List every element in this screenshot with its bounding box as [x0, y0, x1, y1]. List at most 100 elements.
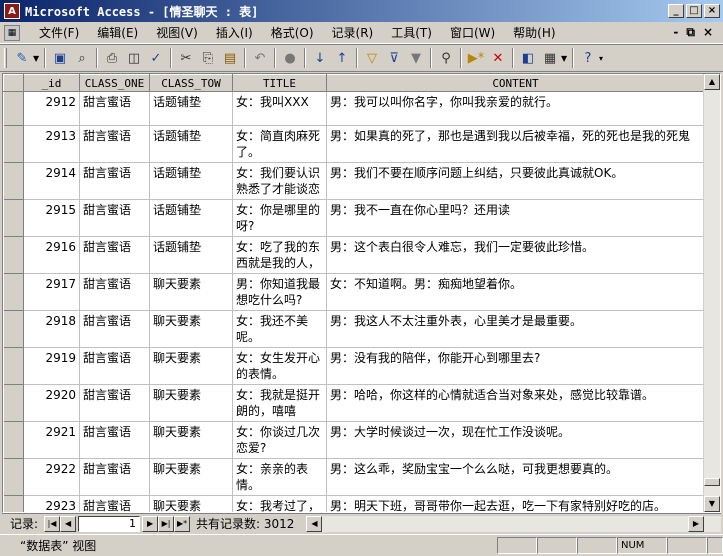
cell-content[interactable]: 男：哈哈，你这样的心情就适合当对象来处，感觉比较靠谱。 — [326, 384, 705, 422]
save-icon[interactable]: ▣ — [49, 47, 71, 69]
new-record-button[interactable]: ▶* — [174, 515, 191, 532]
new-object-dropdown-icon[interactable]: ▼ — [561, 54, 569, 63]
cell-title[interactable]: 女：我就是挺开朗的，嘻嘻 — [232, 384, 327, 422]
table-row[interactable]: 2920 甜言蜜语 聊天要素 女：我就是挺开朗的，嘻嘻 男：哈哈，你这样的心情就适合当对… — [3, 384, 705, 422]
cell-content[interactable]: 男：我这人不太注重外表，心里美才是最重要。 — [326, 310, 705, 348]
cell-class-tow[interactable]: 聊天要素 — [149, 273, 233, 311]
record-number-input[interactable]: 1 — [78, 515, 141, 532]
table-row[interactable]: 2923甜言蜜语聊天要素女：我考过了，有什么奖励呀?男：明天下班，哥哥带你一起去… — [3, 495, 705, 512]
next-record-button[interactable]: ▶ — [142, 515, 159, 532]
cell-id[interactable]: 2923 — [23, 495, 80, 512]
scroll-thumb[interactable] — [704, 478, 720, 486]
cell-class-tow[interactable]: 话题铺垫 — [149, 125, 233, 163]
cell-class-one[interactable]: 甜言蜜语 — [79, 458, 150, 496]
scroll-right-icon[interactable]: ▶ — [688, 515, 704, 532]
cell-title[interactable]: 女：我们要认识熟悉了才能谈恋 — [232, 162, 327, 200]
cell-title[interactable]: 女：亲亲的表情。 — [232, 458, 327, 496]
cell-class-one[interactable]: 甜言蜜语 — [79, 236, 150, 274]
cell-content[interactable]: 女：不知道啊。男：痴痴地望着你。 — [326, 273, 705, 311]
cell-title[interactable]: 女：你谈过几次恋爱? — [232, 421, 327, 459]
cell-title[interactable]: 女：我考过了，有什么奖励呀? — [232, 495, 327, 512]
cell-id[interactable]: 2912 — [23, 91, 80, 126]
cell-class-one[interactable]: 甜言蜜语 — [79, 310, 150, 348]
column-header-class-one[interactable]: CLASS_ONE — [79, 74, 150, 92]
cell-class-one[interactable]: 甜言蜜语 — [79, 273, 150, 311]
prev-record-button[interactable]: ◀ — [60, 515, 77, 532]
scroll-up-icon[interactable]: ▲ — [704, 74, 720, 90]
menu-help[interactable]: 帮助(H) — [504, 23, 564, 43]
cell-id[interactable]: 2918 — [23, 310, 80, 348]
filter-by-selection-icon[interactable]: ▽ — [361, 47, 383, 69]
cell-class-tow[interactable]: 聊天要素 — [149, 347, 233, 385]
spelling-icon[interactable]: ✓ — [145, 47, 167, 69]
table-row[interactable]: 2916 甜言蜜语 话题铺垫 女：吃了我的东西就是我的人， 男：这个表白很令人难忘，我们… — [3, 236, 705, 274]
cell-title[interactable]: 女：女生发开心的表情。 — [232, 347, 327, 385]
table-row[interactable]: 2914 甜言蜜语 话题铺垫 女：我们要认识熟悉了才能谈恋 男：我们不要在顺序问题上纠结… — [3, 162, 705, 200]
menu-file[interactable]: 文件(F) — [30, 23, 88, 43]
row-selector[interactable] — [3, 458, 24, 496]
cell-class-one[interactable]: 甜言蜜语 — [79, 347, 150, 385]
cell-id[interactable]: 2919 — [23, 347, 80, 385]
row-selector[interactable] — [3, 347, 24, 385]
select-all-header[interactable] — [3, 74, 24, 92]
table-row[interactable]: 2919 甜言蜜语 聊天要素 女：女生发开心的表情。 男：没有我的陪伴，你能开心到哪里去… — [3, 347, 705, 385]
sort-descending-icon[interactable]: ↑ — [331, 47, 353, 69]
help-icon[interactable]: ? — [577, 47, 599, 69]
column-header-class-tow[interactable]: CLASS_TOW — [149, 74, 233, 92]
cell-class-tow[interactable]: 话题铺垫 — [149, 91, 233, 126]
cell-content[interactable]: 男：如果真的死了，那也是遇到我以后被幸福，死的死也是我的死鬼 — [326, 125, 705, 163]
cell-class-one[interactable]: 甜言蜜语 — [79, 199, 150, 237]
cell-title[interactable]: 女：简直肉麻死了。 — [232, 125, 327, 163]
toolbar-grip[interactable] — [4, 48, 7, 68]
menu-records[interactable]: 记录(R) — [323, 23, 383, 43]
row-selector[interactable] — [3, 199, 24, 237]
row-selector[interactable] — [3, 125, 24, 163]
cell-content[interactable]: 男：我可以叫你名字，你叫我亲爱的就行。 — [326, 91, 705, 126]
cell-class-tow[interactable]: 聊天要素 — [149, 384, 233, 422]
mdi-restore-button[interactable]: ⧉ — [686, 25, 695, 40]
maximize-button[interactable]: □ — [686, 4, 702, 18]
cell-class-one[interactable]: 甜言蜜语 — [79, 125, 150, 163]
cell-content[interactable]: 男：没有我的陪伴，你能开心到哪里去? — [326, 347, 705, 385]
menu-insert[interactable]: 插入(I) — [207, 23, 262, 43]
cut-icon[interactable]: ✂ — [175, 47, 197, 69]
cell-title[interactable]: 女：我还不美呢。 — [232, 310, 327, 348]
menu-edit[interactable]: 编辑(E) — [88, 23, 147, 43]
paste-icon[interactable]: ▤ — [219, 47, 241, 69]
mdi-close-button[interactable]: × — [703, 25, 713, 40]
new-object-icon[interactable]: ▦ — [539, 47, 561, 69]
print-preview-icon[interactable]: ◫ — [123, 47, 145, 69]
row-selector[interactable] — [3, 310, 24, 348]
menu-view[interactable]: 视图(V) — [147, 23, 207, 43]
cell-content[interactable]: 男：大学时候谈过一次，现在忙工作没谈呢。 — [326, 421, 705, 459]
menu-window[interactable]: 窗口(W) — [441, 23, 504, 43]
find-icon[interactable]: ⚲ — [435, 47, 457, 69]
table-row[interactable]: 2915 甜言蜜语 话题铺垫 女：你是哪里的呀? 男：我不一直在你心里吗？还用读 — [3, 199, 705, 237]
first-record-button[interactable]: |◀ — [44, 515, 61, 532]
view-icon[interactable]: ✎ — [11, 47, 33, 69]
column-header-id[interactable]: _id — [23, 74, 80, 92]
cell-title[interactable]: 女：我叫XXX — [232, 91, 327, 126]
cell-class-one[interactable]: 甜言蜜语 — [79, 384, 150, 422]
cell-content[interactable]: 男：明天下班，哥哥带你一起去逛，吃一下有家特别好吃的店。 — [326, 495, 705, 512]
hyperlink-icon[interactable]: ● — [279, 47, 301, 69]
row-selector[interactable] — [3, 236, 24, 274]
cell-content[interactable]: 男：这个表白很令人难忘，我们一定要彼此珍惜。 — [326, 236, 705, 274]
cell-class-tow[interactable]: 聊天要素 — [149, 421, 233, 459]
cell-class-tow[interactable]: 聊天要素 — [149, 495, 233, 512]
cell-class-tow[interactable]: 话题铺垫 — [149, 162, 233, 200]
row-selector[interactable] — [3, 421, 24, 459]
table-row[interactable]: 2913 甜言蜜语 话题铺垫 女：简直肉麻死了。 男：如果真的死了，那也是遇到我以后被幸… — [3, 125, 705, 163]
cell-id[interactable]: 2917 — [23, 273, 80, 311]
scroll-left-icon[interactable]: ◀ — [306, 515, 323, 532]
table-row[interactable]: 2917 甜言蜜语 聊天要素 男：你知道我最想吃什么吗? 女：不知道啊。男：痴痴地望着你… — [3, 273, 705, 311]
filter-by-form-icon[interactable]: ⊽ — [383, 47, 405, 69]
cell-content[interactable]: 男：这么乖，奖励宝宝一个么么哒，可我更想要真的。 — [326, 458, 705, 496]
column-header-content[interactable]: CONTENT — [326, 74, 705, 92]
table-row[interactable]: 2912 甜言蜜语 话题铺垫 女：我叫XXX 男：我可以叫你名字，你叫我亲爱的就行。 — [3, 91, 705, 126]
row-selector[interactable] — [3, 495, 24, 512]
mdi-minimize-button[interactable]: - — [673, 25, 678, 40]
table-row[interactable]: 2918 甜言蜜语 聊天要素 女：我还不美呢。 男：我这人不太注重外表，心里美才是最重要… — [3, 310, 705, 348]
sort-ascending-icon[interactable]: ↓ — [309, 47, 331, 69]
menu-format[interactable]: 格式(O) — [262, 23, 323, 43]
